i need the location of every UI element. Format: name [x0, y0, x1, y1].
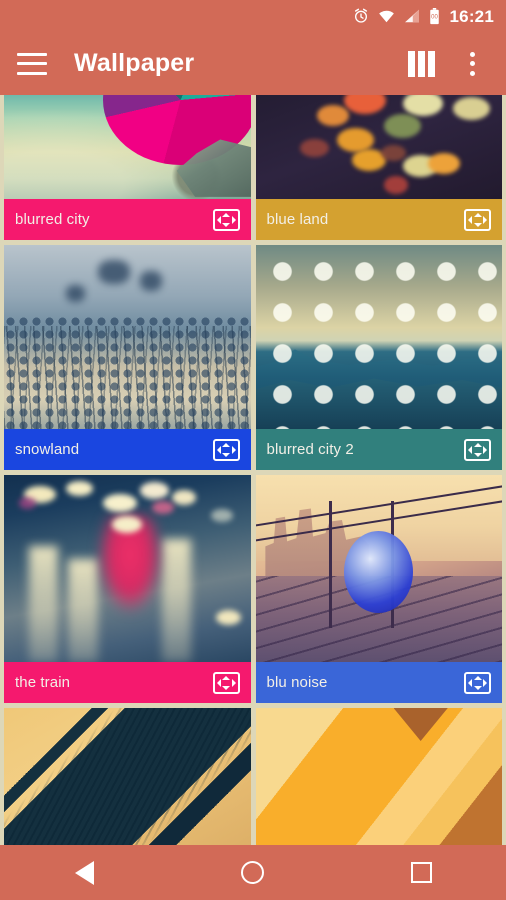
wallpaper-tile[interactable]: the train [4, 475, 251, 703]
wallpaper-label-bar: blu noise [255, 662, 502, 703]
wallpaper-tile[interactable] [255, 708, 502, 845]
home-circle-icon [241, 861, 265, 884]
fit-to-screen-icon[interactable] [212, 208, 240, 231]
fit-to-screen-icon[interactable] [212, 671, 240, 694]
svg-text:00: 00 [431, 14, 438, 20]
wallpaper-thumbnail [4, 245, 251, 429]
wallpaper-label-bar: blurred city 2 [255, 429, 502, 470]
wallpaper-name: blurred city [15, 211, 90, 228]
signal-icon [404, 9, 419, 23]
fit-to-screen-icon[interactable] [464, 671, 491, 694]
wallpaper-thumbnail [255, 95, 502, 199]
status-bar: 00 16:21 [0, 0, 506, 32]
wallpaper-app-screen: 00 16:21 Wallpaper blurred city blue lan… [0, 0, 506, 900]
fit-to-screen-icon[interactable] [464, 438, 491, 461]
wallpaper-tile[interactable]: snowland [4, 245, 251, 470]
app-bar: Wallpaper [0, 32, 506, 95]
wallpaper-name: the train [15, 674, 71, 691]
back-button[interactable] [51, 851, 117, 895]
wallpaper-grid: blurred city blue land snowland blurred … [0, 95, 506, 845]
back-triangle-icon [74, 860, 94, 885]
wallpaper-thumbnail [255, 475, 502, 662]
wallpaper-label-bar: blue land [255, 199, 502, 240]
grid-columns-icon[interactable] [406, 50, 436, 77]
wallpaper-tile[interactable] [4, 708, 251, 845]
wallpaper-tile[interactable]: blu noise [255, 475, 502, 703]
recents-button[interactable] [389, 851, 455, 895]
fit-to-screen-icon[interactable] [212, 438, 240, 461]
wallpaper-thumbnail [4, 475, 251, 662]
wifi-icon [378, 10, 394, 23]
wallpaper-name: snowland [15, 441, 80, 458]
fit-to-screen-icon[interactable] [464, 208, 491, 231]
wallpaper-tile[interactable]: blue land [255, 95, 502, 240]
system-navigation-bar [0, 845, 506, 900]
wallpaper-label-bar: snowland [4, 429, 251, 470]
wallpaper-thumbnail [255, 245, 502, 429]
wallpaper-tile[interactable]: blurred city [4, 95, 251, 240]
wallpaper-thumbnail [4, 708, 251, 845]
wallpaper-thumbnail [255, 708, 502, 845]
wallpaper-thumbnail [4, 95, 251, 199]
status-clock: 16:21 [449, 6, 494, 26]
hamburger-menu-icon[interactable] [17, 52, 47, 75]
overflow-menu-icon[interactable] [457, 51, 487, 77]
home-button[interactable] [220, 851, 286, 895]
page-title: Wallpaper [74, 49, 195, 77]
wallpaper-label-bar: the train [4, 662, 251, 703]
wallpaper-name: blu noise [266, 674, 328, 691]
wallpaper-name: blue land [266, 211, 329, 228]
recents-square-icon [411, 862, 433, 883]
wallpaper-tile[interactable]: blurred city 2 [255, 245, 502, 470]
battery-icon: 00 [429, 7, 439, 24]
wallpaper-label-bar: blurred city [4, 199, 251, 240]
alarm-icon [354, 8, 367, 23]
wallpaper-name: blurred city 2 [266, 441, 354, 458]
